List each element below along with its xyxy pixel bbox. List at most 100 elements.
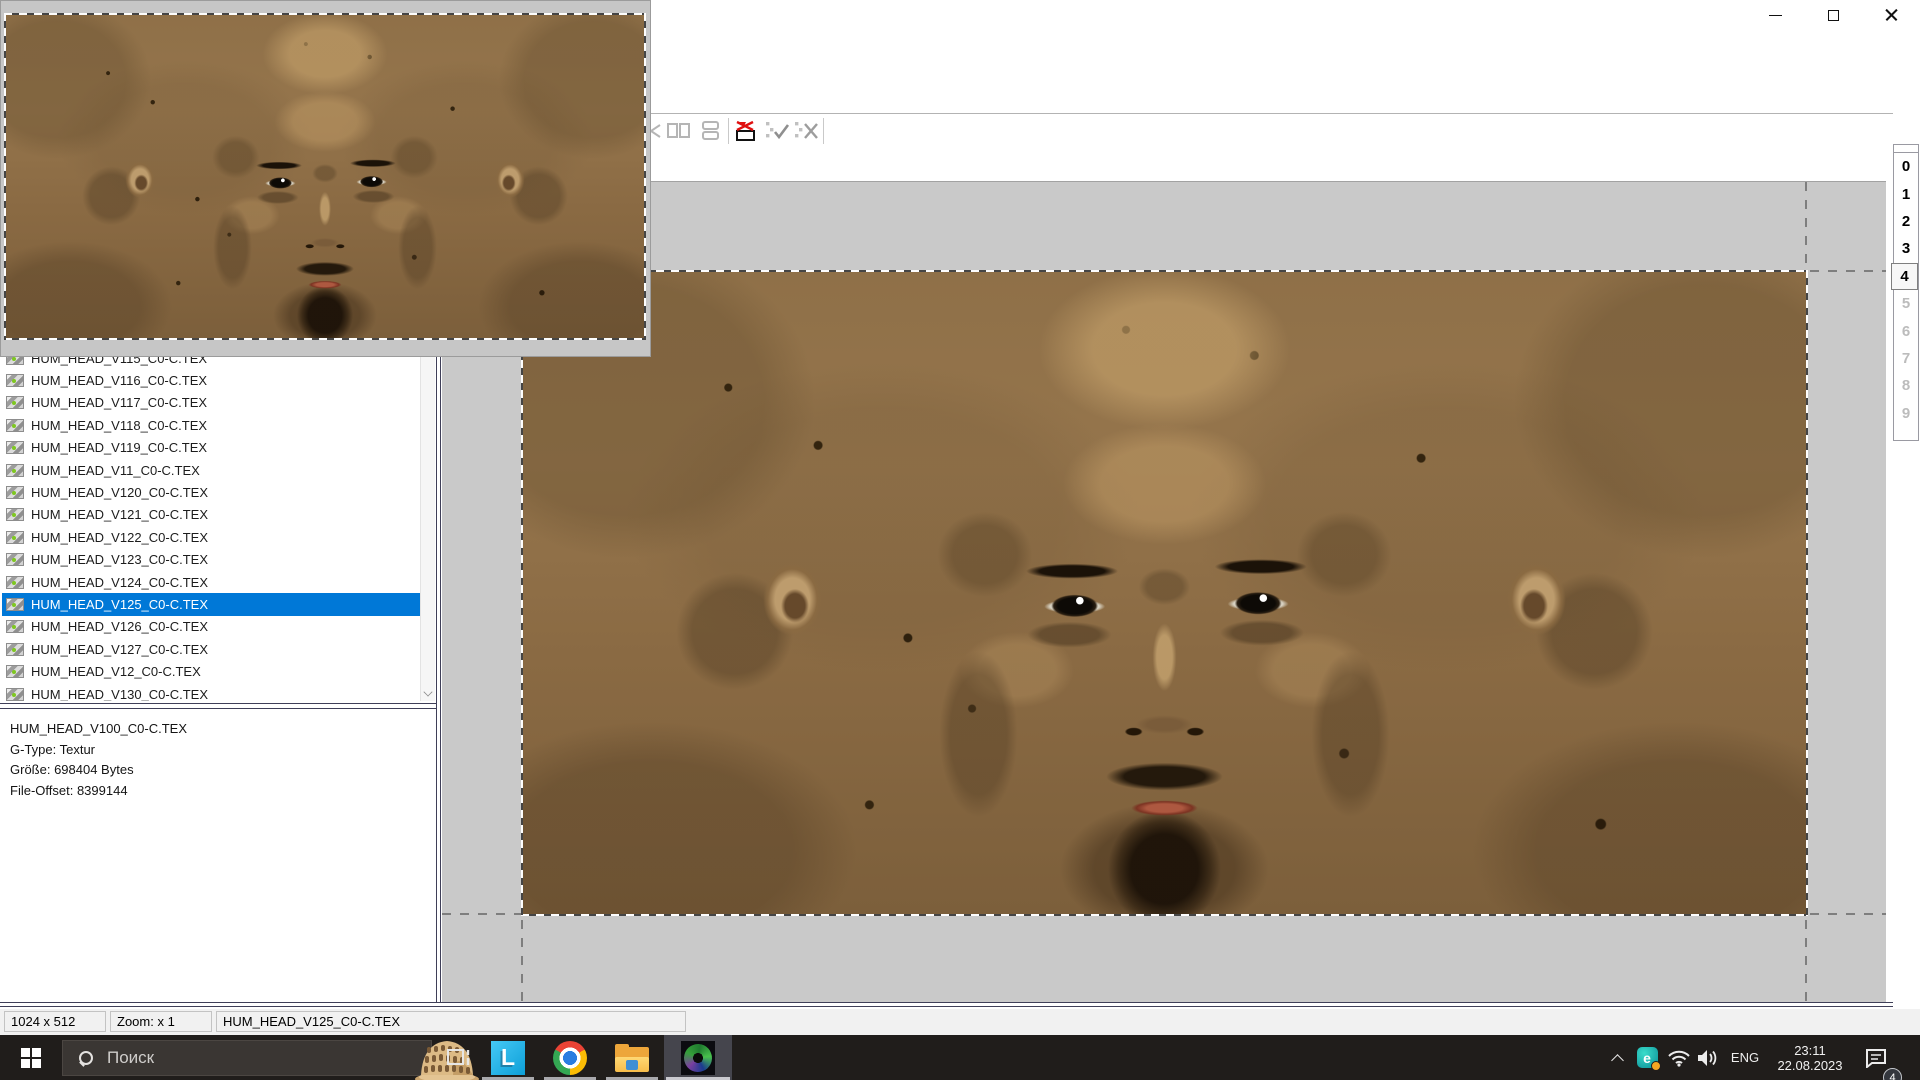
file-list-item[interactable]: HUM_HEAD_V120_C0-C.TEX — [2, 481, 420, 503]
eset-icon: e — [1637, 1047, 1658, 1068]
file-list-item[interactable]: HUM_HEAD_V126_C0-C.TEX — [2, 616, 420, 638]
search-placeholder: Поиск — [107, 1048, 154, 1068]
tray-language[interactable]: ENG — [1726, 1035, 1764, 1080]
file-explorer-icon — [615, 1044, 649, 1072]
file-list-item[interactable]: HUM_HEAD_V116_C0-C.TEX — [2, 369, 420, 391]
bottom-border — [0, 1006, 1893, 1007]
file-name-label: HUM_HEAD_V127_C0-C.TEX — [31, 642, 208, 657]
minimize-icon — [1769, 15, 1782, 16]
start-button[interactable] — [8, 1035, 54, 1080]
tray-antivirus[interactable]: e — [1632, 1035, 1662, 1080]
mip-level-button-3[interactable]: 3 — [1894, 235, 1918, 262]
file-name-label: HUM_HEAD_V12_C0-C.TEX — [31, 664, 201, 679]
mip-level-button-6[interactable]: 6 — [1894, 317, 1918, 344]
windows-logo-icon — [21, 1048, 41, 1068]
texture-canvas — [442, 181, 1886, 1002]
texture-thumb-icon — [6, 620, 24, 633]
close-icon — [1885, 9, 1898, 22]
mip-level-button-4[interactable]: 4 — [1891, 263, 1918, 290]
close-button[interactable] — [1862, 0, 1920, 30]
task-view-icon — [446, 1046, 472, 1070]
status-zoom: Zoom: x 1 — [110, 1011, 212, 1032]
texture-thumb-icon — [6, 688, 24, 701]
tray-clock[interactable]: 23:11 22.08.2023 — [1766, 1035, 1854, 1080]
file-list-item[interactable]: HUM_HEAD_V121_C0-C.TEX — [2, 504, 420, 526]
texture-thumb-icon — [6, 531, 24, 544]
file-name-label: HUM_HEAD_V120_C0-C.TEX — [31, 485, 208, 500]
texture-thumb-icon — [6, 374, 24, 387]
file-list-item[interactable]: HUM_HEAD_V124_C0-C.TEX — [2, 571, 420, 593]
mip-panel-header — [1894, 145, 1918, 153]
file-name-label: HUM_HEAD_V122_C0-C.TEX — [31, 530, 208, 545]
file-list-item[interactable]: HUM_HEAD_V122_C0-C.TEX — [2, 526, 420, 548]
texture-info-panel: HUM_HEAD_V100_C0-C.TEX G-Type: Textur Gr… — [2, 710, 436, 1002]
file-list-item[interactable]: HUM_HEAD_V125_C0-C.TEX — [2, 593, 420, 615]
file-list-item[interactable]: HUM_HEAD_V11_C0-C.TEX — [2, 459, 420, 481]
stacked-frames-button[interactable] — [698, 118, 724, 144]
texture-thumb-icon — [6, 643, 24, 656]
maximize-button[interactable] — [1804, 0, 1862, 30]
tray-overflow-button[interactable] — [1604, 1035, 1632, 1080]
remove-texture-button[interactable] — [734, 118, 760, 144]
file-list-item[interactable]: HUM_HEAD_V119_C0-C.TEX — [2, 437, 420, 459]
taskbar-app-chrome[interactable] — [540, 1035, 600, 1080]
file-name-label: HUM_HEAD_V126_C0-C.TEX — [31, 619, 208, 634]
file-list-item[interactable]: HUM_HEAD_V118_C0-C.TEX — [2, 414, 420, 436]
list-scrollbar[interactable] — [420, 340, 435, 701]
action-center-button[interactable]: 4 — [1858, 1035, 1894, 1080]
mip-level-button-0[interactable]: 0 — [1894, 153, 1918, 180]
texture-preview-window[interactable] — [0, 0, 651, 357]
mip-level-button-9[interactable]: 9 — [1894, 400, 1918, 427]
notification-icon — [1864, 1048, 1888, 1068]
taskbar-app-explorer[interactable] — [602, 1035, 662, 1080]
file-name-label: HUM_HEAD_V11_C0-C.TEX — [31, 463, 200, 478]
apply-selection-button[interactable] — [764, 118, 790, 144]
taskbar-app-lightshot[interactable]: L — [478, 1035, 538, 1080]
discard-selection-button[interactable] — [793, 118, 819, 144]
texture-thumb-icon — [6, 576, 24, 589]
file-list-item[interactable]: HUM_HEAD_V123_C0-C.TEX — [2, 549, 420, 571]
compare-textures-button[interactable] — [666, 118, 692, 144]
minimize-button[interactable] — [1746, 0, 1804, 30]
texture-thumb-icon — [6, 396, 24, 409]
file-name-label: HUM_HEAD_V119_C0-C.TEX — [31, 440, 207, 455]
tray-wifi[interactable] — [1664, 1035, 1694, 1080]
texture-thumb-icon — [6, 441, 24, 454]
file-list-item[interactable]: HUM_HEAD_V12_C0-C.TEX — [2, 660, 420, 682]
task-view-button[interactable] — [440, 1035, 478, 1080]
notification-count-badge: 4 — [1883, 1068, 1902, 1080]
date-label: 22.08.2023 — [1766, 1058, 1854, 1073]
file-list-item[interactable]: HUM_HEAD_V117_C0-C.TEX — [2, 392, 420, 414]
taskbar-search-box[interactable]: Поиск — [62, 1040, 432, 1076]
stacked-frames-icon — [702, 121, 720, 141]
status-dimensions: 1024 x 512 — [4, 1011, 106, 1032]
mip-level-button-7[interactable]: 7 — [1894, 345, 1918, 372]
speaker-icon — [1697, 1049, 1721, 1067]
file-rows: HUM_HEAD_V115_C0-C.TEXHUM_HEAD_V116_C0-C… — [2, 347, 420, 701]
mip-level-button-5[interactable]: 5 — [1894, 290, 1918, 317]
mip-level-button-1[interactable]: 1 — [1894, 180, 1918, 207]
texture-thumb-icon — [6, 419, 24, 432]
info-filename: HUM_HEAD_V100_C0-C.TEX — [10, 719, 436, 740]
mip-level-button-2[interactable]: 2 — [1894, 208, 1918, 235]
bottom-border — [0, 1002, 1893, 1003]
taskbar-app-texture-viewer-active[interactable] — [664, 1035, 732, 1080]
scroll-down-icon[interactable] — [424, 686, 433, 695]
time-label: 23:11 — [1766, 1043, 1854, 1058]
mip-level-panel: 0123456789 — [1893, 144, 1919, 441]
language-label: ENG — [1731, 1050, 1759, 1065]
chevron-up-icon — [1612, 1054, 1624, 1062]
mip-level-button-8[interactable]: 8 — [1894, 372, 1918, 399]
maximize-icon — [1828, 10, 1839, 21]
file-list-item[interactable]: HUM_HEAD_V130_C0-C.TEX — [2, 683, 420, 701]
texture-thumb-icon — [6, 464, 24, 477]
file-name-label: HUM_HEAD_V118_C0-C.TEX — [31, 418, 207, 433]
file-list-item[interactable]: HUM_HEAD_V127_C0-C.TEX — [2, 638, 420, 660]
status-bar: 1024 x 512 Zoom: x 1 HUM_HEAD_V125_C0-C.… — [0, 1009, 1920, 1035]
wifi-icon — [1667, 1049, 1691, 1067]
texture-image — [523, 272, 1806, 914]
file-name-label: HUM_HEAD_V130_C0-C.TEX — [31, 687, 208, 701]
toolbar-separator — [728, 118, 729, 144]
file-list: HUM_HEAD_V115_C0-C.TEXHUM_HEAD_V116_C0-C… — [2, 340, 435, 701]
tray-volume[interactable] — [1694, 1035, 1724, 1080]
